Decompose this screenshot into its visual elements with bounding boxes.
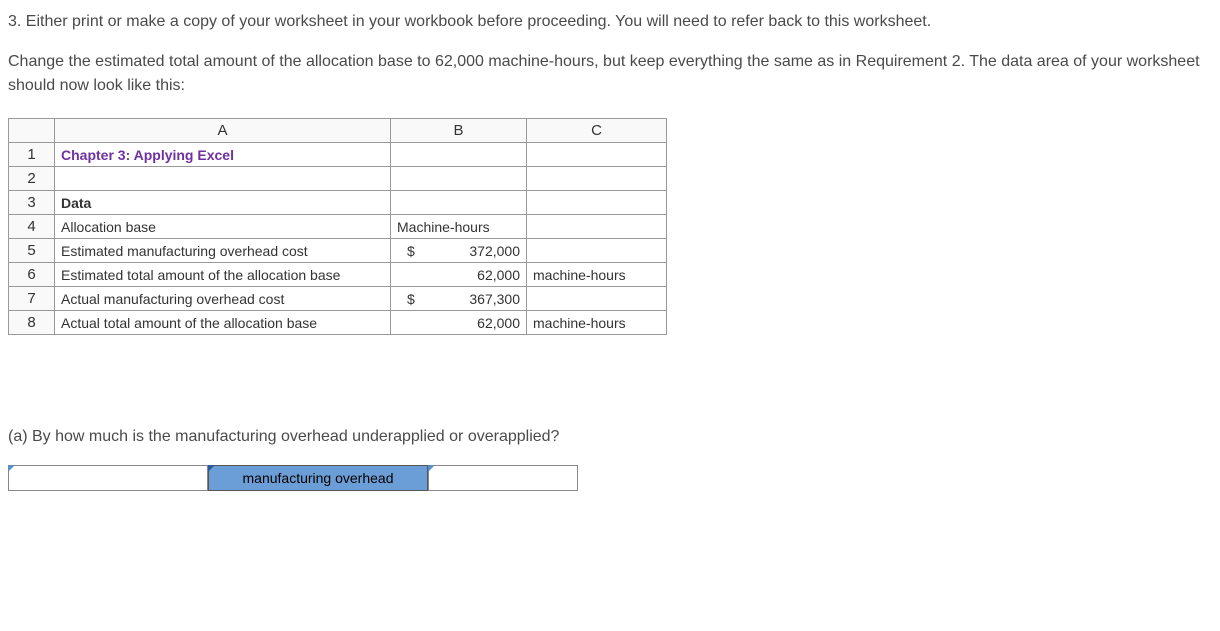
instruction-line-2: Change the estimated total amount of the…: [8, 50, 1212, 98]
table-row: 3 Data: [9, 191, 667, 215]
cell-a5: Estimated manufacturing overhead cost: [55, 239, 391, 263]
cell-b8: 62,000: [391, 311, 527, 335]
cell-b3: [391, 191, 527, 215]
cell-c2: [527, 167, 667, 191]
table-row: 8 Actual total amount of the allocation …: [9, 311, 667, 335]
col-header-a: A: [55, 119, 391, 143]
question-text: (a) By how much is the manufacturing ove…: [8, 425, 1212, 449]
cell-c3: [527, 191, 667, 215]
cell-b2: [391, 167, 527, 191]
cell-a1: Chapter 3: Applying Excel: [55, 143, 391, 167]
row-number: 2: [9, 167, 55, 191]
cell-b4: Machine-hours: [391, 215, 527, 239]
spreadsheet-table: A B C 1 Chapter 3: Applying Excel 2 3 Da…: [8, 118, 667, 335]
row-number: 8: [9, 311, 55, 335]
cell-b5: $372,000: [391, 239, 527, 263]
cell-c5: [527, 239, 667, 263]
cell-value: 372,000: [469, 243, 520, 259]
answer-static-label: manufacturing overhead: [208, 465, 428, 491]
col-header-c: C: [527, 119, 667, 143]
answer-dropdown-1[interactable]: [8, 465, 208, 491]
cell-c6: machine-hours: [527, 263, 667, 287]
cell-a8: Actual total amount of the allocation ba…: [55, 311, 391, 335]
dollar-sign: $: [397, 243, 415, 259]
row-number: 1: [9, 143, 55, 167]
cell-value: 367,300: [469, 291, 520, 307]
table-row: 2: [9, 167, 667, 191]
table-row: 5 Estimated manufacturing overhead cost …: [9, 239, 667, 263]
cell-a7: Actual manufacturing overhead cost: [55, 287, 391, 311]
cell-b7: $367,300: [391, 287, 527, 311]
table-row: 6 Estimated total amount of the allocati…: [9, 263, 667, 287]
cell-a6: Estimated total amount of the allocation…: [55, 263, 391, 287]
col-header-b: B: [391, 119, 527, 143]
corner-cell: [9, 119, 55, 143]
row-number: 6: [9, 263, 55, 287]
answer-dropdown-2[interactable]: [428, 465, 578, 491]
answer-row: manufacturing overhead: [8, 465, 1212, 491]
cell-a2: [55, 167, 391, 191]
cell-a4: Allocation base: [55, 215, 391, 239]
cell-c8: machine-hours: [527, 311, 667, 335]
cell-c4: [527, 215, 667, 239]
instruction-line-1: 3. Either print or make a copy of your w…: [8, 10, 1212, 34]
cell-b1: [391, 143, 527, 167]
row-number: 5: [9, 239, 55, 263]
column-header-row: A B C: [9, 119, 667, 143]
row-number: 4: [9, 215, 55, 239]
table-row: 7 Actual manufacturing overhead cost $36…: [9, 287, 667, 311]
row-number: 7: [9, 287, 55, 311]
cell-b6: 62,000: [391, 263, 527, 287]
row-number: 3: [9, 191, 55, 215]
cell-c7: [527, 287, 667, 311]
table-row: 1 Chapter 3: Applying Excel: [9, 143, 667, 167]
dollar-sign: $: [397, 291, 415, 307]
cell-c1: [527, 143, 667, 167]
cell-a3: Data: [55, 191, 391, 215]
table-row: 4 Allocation base Machine-hours: [9, 215, 667, 239]
